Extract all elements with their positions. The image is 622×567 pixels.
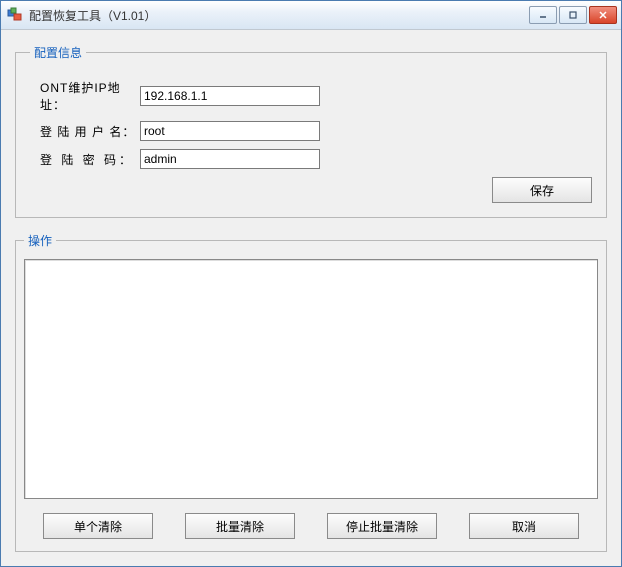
user-row: 登 陆 用 户 名： [30, 121, 592, 141]
ip-row: ONT维护IP地址： [30, 79, 592, 113]
pwd-input[interactable] [140, 149, 320, 169]
stop-batch-button[interactable]: 停止批量清除 [327, 513, 437, 539]
window-controls [529, 6, 617, 24]
cancel-button[interactable]: 取消 [469, 513, 579, 539]
single-clear-button[interactable]: 单个清除 [43, 513, 153, 539]
save-button[interactable]: 保存 [492, 177, 592, 203]
close-button[interactable] [589, 6, 617, 24]
client-area: 配置信息 ONT维护IP地址： 登 陆 用 户 名： 登 陆 密 码： 保存 操… [1, 30, 621, 566]
ip-label: ONT维护IP地址： [30, 79, 140, 113]
pwd-row: 登 陆 密 码： [30, 149, 592, 169]
config-group: 配置信息 ONT维护IP地址： 登 陆 用 户 名： 登 陆 密 码： 保存 [15, 44, 607, 218]
config-legend: 配置信息 [30, 44, 86, 61]
maximize-button[interactable] [559, 6, 587, 24]
minimize-button[interactable] [529, 6, 557, 24]
pwd-label: 登 陆 密 码： [30, 151, 140, 168]
window-title: 配置恢复工具（V1.01） [29, 7, 529, 24]
ops-group: 操作 单个清除 批量清除 停止批量清除 取消 [15, 232, 607, 552]
batch-clear-button[interactable]: 批量清除 [185, 513, 295, 539]
app-window: 配置恢复工具（V1.01） 配置信息 ONT维护IP地址： [0, 0, 622, 567]
user-input[interactable] [140, 121, 320, 141]
user-label: 登 陆 用 户 名： [30, 123, 140, 140]
ops-legend: 操作 [24, 232, 56, 249]
button-row: 单个清除 批量清除 停止批量清除 取消 [24, 513, 598, 539]
log-textarea[interactable] [24, 259, 598, 499]
ip-input[interactable] [140, 86, 320, 106]
titlebar: 配置恢复工具（V1.01） [1, 1, 621, 30]
save-row: 保存 [30, 177, 592, 203]
app-icon [7, 7, 23, 23]
